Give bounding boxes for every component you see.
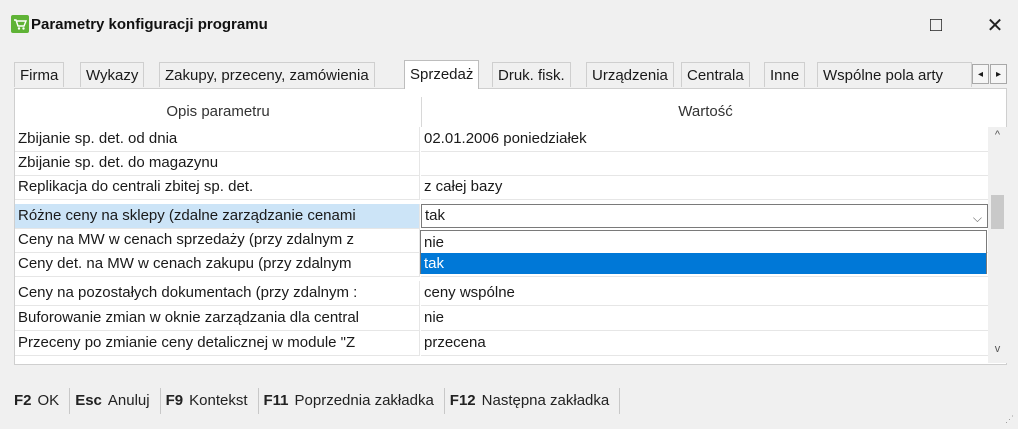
param-description: Ceny det. na MW w cenach zakupu (przy zd… (15, 252, 420, 277)
config-window: Parametry konfiguracji programu □ ✕ Firm… (0, 0, 1018, 429)
tab-urzadzenia[interactable]: Urządzenia (586, 62, 674, 87)
shortcut-prev-tab[interactable]: F11 Poprzednia zakładka (259, 388, 445, 414)
resize-grip-icon[interactable]: ⋰ (1005, 414, 1014, 425)
tab-wspolne-pola[interactable]: Wspólne pola arty (817, 62, 972, 87)
shortcut-label: OK (37, 392, 60, 409)
shortcut-next-tab[interactable]: F12 Następna zakładka (445, 388, 621, 414)
param-description: Ceny na MW w cenach sprzedaży (przy zdal… (15, 228, 420, 253)
table-row[interactable]: Zbijanie sp. det. od dnia 02.01.2006 pon… (15, 127, 991, 152)
shortcut-label: Poprzednia zakładka (294, 392, 434, 409)
shortcut-key: F12 (449, 392, 476, 409)
param-description: Przeceny po zmianie ceny detalicznej w m… (15, 331, 420, 356)
tab-scroll-left-button[interactable]: ◂ (972, 64, 989, 84)
scroll-up-icon[interactable]: ^ (988, 129, 1007, 147)
tab-scroll-right-button[interactable]: ▸ (990, 64, 1007, 84)
table-row[interactable]: Buforowanie zmian w oknie zarządzania dl… (15, 306, 991, 331)
param-value[interactable]: przecena (421, 331, 991, 356)
table-row[interactable]: Replikacja do centrali zbitej sp. det. z… (15, 175, 991, 200)
param-description: Ceny na pozostałych dokumentach (przy zd… (15, 281, 420, 306)
table-row-selected[interactable]: Różne ceny na sklepy (zdalne zarządzanie… (15, 204, 988, 229)
shortcut-label: Kontekst (189, 392, 248, 409)
value-dropdown-list: nie tak (420, 230, 987, 274)
param-description: Replikacja do centrali zbitej sp. det. (15, 175, 420, 200)
vertical-scrollbar[interactable]: ^ v (988, 127, 1007, 363)
tab-sprzedaz[interactable]: Sprzedaż (404, 60, 480, 89)
scroll-down-icon[interactable]: v (988, 343, 1007, 361)
maximize-button[interactable]: □ (913, 8, 959, 42)
shortcut-context[interactable]: F9 Kontekst (161, 388, 259, 414)
shortcut-key: F11 (263, 392, 289, 409)
param-description: Różne ceny na sklepy (zdalne zarządzanie… (15, 204, 420, 229)
tab-zakupy[interactable]: Zakupy, przeceny, zamówienia (159, 62, 375, 87)
maximize-icon: □ (929, 13, 943, 36)
param-description: Zbijanie sp. det. od dnia (15, 127, 420, 152)
shortcut-ok[interactable]: F2 OK (14, 388, 71, 414)
close-icon: ✕ (986, 14, 1004, 37)
cart-icon (11, 15, 29, 33)
tab-wykazy[interactable]: Wykazy (80, 62, 145, 87)
dropdown-option-nie[interactable]: nie (421, 232, 986, 253)
param-description: Buforowanie zmian w oknie zarządzania dl… (15, 306, 420, 331)
shortcut-key: Esc (75, 392, 102, 409)
tab-firma[interactable]: Firma (14, 62, 65, 87)
tab-centrala[interactable]: Centrala (681, 62, 750, 87)
close-button[interactable]: ✕ (972, 8, 1018, 42)
param-value[interactable]: ceny wspólne (421, 281, 991, 306)
shortcut-bar: F2 OK Esc Anuluj F9 Kontekst F11 Poprzednia … (14, 388, 621, 414)
shortcut-label: Następna zakładka (481, 392, 610, 409)
shortcut-key: F2 (14, 392, 32, 409)
tab-druk-fisk[interactable]: Druk. fisk. (492, 62, 571, 87)
param-value[interactable] (421, 151, 991, 176)
param-description: Zbijanie sp. det. do magazynu (15, 151, 420, 176)
combobox-value: tak (425, 207, 446, 224)
tab-inne[interactable]: Inne (764, 62, 806, 87)
param-value[interactable]: z całej bazy (421, 175, 991, 200)
shortcut-key: F9 (165, 392, 184, 409)
scroll-thumb[interactable] (991, 195, 1004, 229)
arrow-left-icon: ◂ (977, 68, 984, 80)
table-row[interactable]: Przeceny po zmianie ceny detalicznej w m… (15, 331, 991, 356)
param-value[interactable]: 02.01.2006 poniedziałek (421, 127, 991, 152)
table-row[interactable]: Zbijanie sp. det. do magazynu (15, 151, 991, 176)
window-title: Parametry konfiguracji programu (31, 16, 268, 33)
arrow-right-icon: ▸ (995, 68, 1002, 80)
column-header-value[interactable]: Wartość (421, 97, 989, 127)
param-value[interactable]: nie (421, 306, 991, 331)
value-combobox[interactable]: tak ⌵ (421, 204, 988, 228)
chevron-down-icon[interactable]: ⌵ (973, 207, 982, 227)
column-header-description[interactable]: Opis parametru (15, 97, 421, 127)
tab-strip: Firma Wykazy Zakupy, przeceny, zamówieni… (14, 60, 1007, 89)
dropdown-option-tak[interactable]: tak (421, 253, 986, 274)
title-bar: Parametry konfiguracji programu □ ✕ (0, 0, 1018, 50)
table-row[interactable]: Ceny na pozostałych dokumentach (przy zd… (15, 281, 991, 306)
shortcut-cancel[interactable]: Esc Anuluj (70, 388, 161, 414)
shortcut-label: Anuluj (107, 392, 150, 409)
